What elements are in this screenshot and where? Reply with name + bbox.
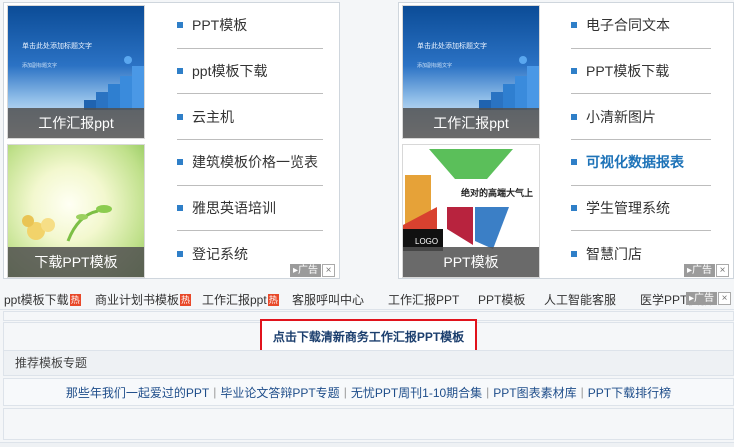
ad-label[interactable]: ▸ 广告 — [683, 264, 715, 277]
separator: | — [213, 385, 217, 399]
thumbnail-caption: 工作汇报ppt — [403, 108, 539, 138]
ad-block-right: 单击此处添加标题文字 添加副标题文字 工作汇报ppt LOGO 绝对的高端大气上… — [398, 2, 734, 279]
ad-link-label: 学生管理系统 — [586, 200, 670, 217]
thumbnail-subtitle: 添加副标题文字 — [417, 63, 453, 69]
keyword-link[interactable]: 工作汇报PPT — [388, 291, 459, 308]
topic-link[interactable]: 无忧PPT周刊1-10期合集 — [351, 384, 482, 401]
bullet-icon — [571, 22, 577, 29]
ad-link[interactable]: 电子合同文本 — [571, 3, 711, 49]
thumbnail-caption: PPT模板 — [403, 247, 539, 277]
topic-link[interactable]: 那些年我们一起爱过的PPT — [66, 384, 209, 401]
keyword-link[interactable]: 工作汇报ppt 热 — [202, 291, 279, 308]
keyword-link[interactable]: 商业计划书模板热 — [95, 291, 192, 308]
keyword-link[interactable]: 客服呼叫中心 — [292, 291, 364, 308]
bullet-icon — [571, 251, 577, 258]
thumbnail-work-report[interactable]: 单击此处添加标题文字 添加副标题文字 工作汇报ppt — [7, 5, 145, 139]
ad-links-list: 电子合同文本 PPT模板下载 小清新图片 可视化数据报表 学生管理系统 智慧门店 — [571, 3, 711, 277]
hot-badge: 热 — [69, 293, 81, 306]
ad-label[interactable]: ▸ 广告 — [289, 264, 321, 277]
topic-link[interactable]: PPT图表素材库 — [493, 384, 576, 401]
hot-badge: 热 — [267, 293, 279, 306]
separator: | — [580, 385, 584, 399]
bullet-icon — [571, 68, 577, 75]
thumbnail-title: 单击此处添加标题文字 — [417, 43, 487, 50]
bullet-icon — [177, 251, 183, 258]
thumbnail-download-ppt[interactable]: 下载PPT模板 — [7, 144, 145, 278]
ad-link-label: 云主机 — [192, 108, 234, 125]
logo-text: LOGO — [415, 237, 438, 246]
ad-link[interactable]: PPT模板下载 — [571, 49, 711, 95]
thumbnail-caption: 工作汇报ppt — [8, 108, 144, 138]
ad-link[interactable]: 学生管理系统 — [571, 186, 711, 232]
close-icon[interactable]: × — [716, 264, 729, 277]
ad-links-list: PPT模板 ppt模板下载 云主机 建筑模板价格一览表 雅思英语培训 登记系统 — [177, 3, 323, 277]
ad-badge: ▸ 广告 × — [289, 264, 335, 277]
empty-strip — [3, 408, 734, 440]
bullet-icon — [177, 159, 183, 166]
ad-link[interactable]: 雅思英语培训 — [177, 186, 323, 232]
ad-label[interactable]: ▸ 广告 — [685, 292, 717, 305]
bullet-icon — [177, 22, 183, 29]
ad-link-label: 建筑模板价格一览表 — [192, 154, 318, 171]
ad-badge: ▸ 广告 × — [685, 292, 731, 305]
bullet-icon — [177, 113, 183, 120]
ad-link-label: PPT模板 — [192, 17, 248, 34]
keyword-bar: ppt模板下载热 商业计划书模板热 工作汇报ppt 热 客服呼叫中心 工作汇报PP… — [0, 286, 734, 310]
ad-link-label: 登记系统 — [192, 246, 248, 263]
ad-link-highlighted[interactable]: 可视化数据报表 — [571, 140, 711, 186]
bullet-icon — [571, 113, 577, 120]
ad-link[interactable]: 云主机 — [177, 94, 323, 141]
ad-link-label: 可视化数据报表 — [586, 154, 684, 171]
ad-link-label: 小清新图片 — [586, 108, 656, 125]
ad-link-label: 电子合同文本 — [586, 17, 670, 34]
download-cta-button[interactable]: 点击下载清新商务工作汇报PPT模板 — [260, 319, 477, 353]
ad-link-label: 智慧门店 — [586, 246, 642, 263]
topic-link[interactable]: PPT下载排行榜 — [588, 384, 671, 401]
footer-edge — [0, 442, 734, 447]
thumbnail-subtitle: 添加副标题文字 — [22, 63, 58, 69]
thumbnail-work-report[interactable]: 单击此处添加标题文字 添加副标题文字 工作汇报ppt — [402, 5, 540, 139]
thumbnail-ppt-template[interactable]: LOGO 绝对的高端大气上 PPT模板 — [402, 144, 540, 278]
ad-link[interactable]: ppt模板下载 — [177, 49, 323, 95]
close-icon[interactable]: × — [718, 292, 731, 305]
hot-badge: 热 — [180, 293, 192, 306]
bullet-icon — [177, 205, 183, 212]
keyword-link[interactable]: PPT模板 — [478, 291, 525, 308]
keyword-link[interactable]: 人工智能客服 — [544, 291, 616, 308]
ad-badge: ▸ 广告 × — [683, 264, 729, 277]
ad-link[interactable]: 小清新图片 — [571, 94, 711, 141]
ad-link-label: 雅思英语培训 — [192, 200, 276, 217]
ad-link[interactable]: 建筑模板价格一览表 — [177, 140, 323, 186]
topic-links: 那些年我们一起爱过的PPT | 毕业论文答辩PPT专题 | 无忧PPT周刊1-1… — [3, 378, 734, 406]
thumbnail-caption: 下载PPT模板 — [8, 247, 144, 277]
keyword-link[interactable]: ppt模板下载热 — [4, 291, 81, 308]
close-icon[interactable]: × — [322, 264, 335, 277]
ad-block-left: 单击此处添加标题文字 添加副标题文字 工作汇报ppt 下载PPT模板 PPT模板… — [3, 2, 340, 279]
bullet-icon — [571, 205, 577, 212]
ad-link-label: PPT模板下载 — [586, 63, 670, 80]
ad-link[interactable]: PPT模板 — [177, 3, 323, 49]
slogan-text: 绝对的高端大气上 — [461, 187, 533, 198]
separator: | — [343, 385, 347, 399]
ad-link-label: ppt模板下载 — [192, 63, 268, 80]
bullet-icon — [571, 159, 577, 166]
section-title: 推荐模板专题 — [3, 350, 734, 376]
topic-link[interactable]: 毕业论文答辩PPT专题 — [220, 384, 339, 401]
separator: | — [486, 385, 490, 399]
thumbnail-title: 单击此处添加标题文字 — [22, 43, 92, 50]
bullet-icon — [177, 68, 183, 75]
